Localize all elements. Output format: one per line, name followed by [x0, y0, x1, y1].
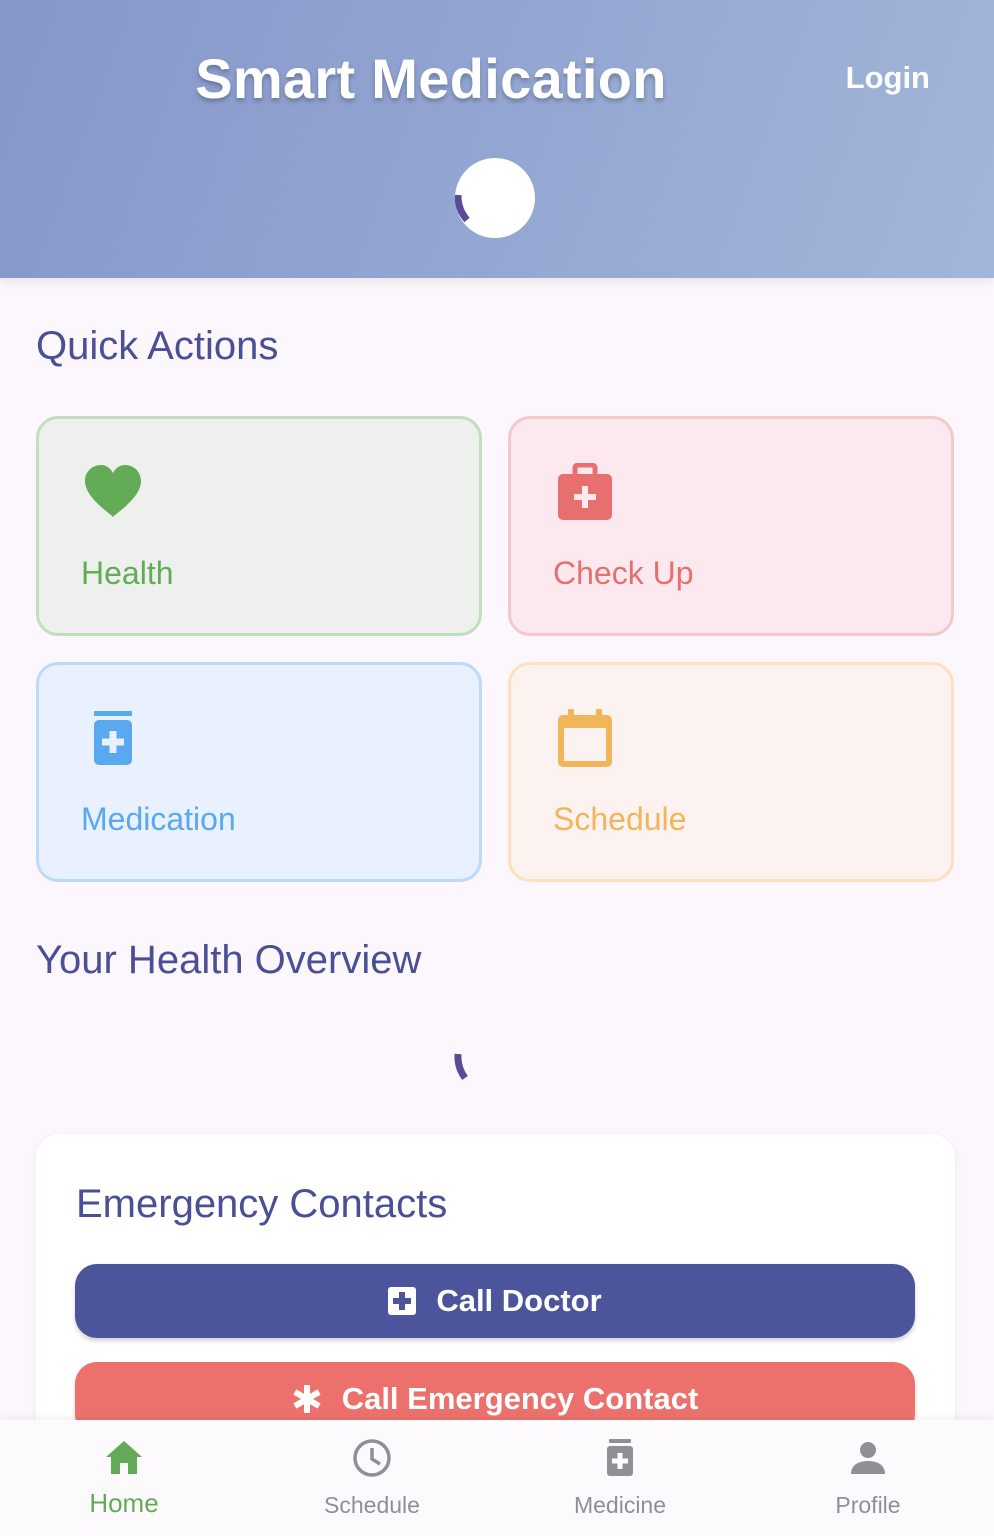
- medical-plus-icon: [388, 1287, 417, 1315]
- medication-card-label: Medication: [81, 801, 236, 837]
- check-up-card-label: Check Up: [553, 555, 694, 591]
- bottom-navigation: Home Schedule Medicine Profile: [0, 1420, 994, 1536]
- nav-label-profile: Profile: [835, 1492, 901, 1518]
- loading-avatar: [455, 158, 535, 238]
- quick-actions-title: Quick Actions: [36, 324, 279, 368]
- check-up-card[interactable]: Check Up: [508, 416, 954, 636]
- medicine-bottle-icon: [607, 1439, 633, 1476]
- asterisk-icon: [293, 1385, 321, 1413]
- nav-item-profile[interactable]: Profile: [744, 1420, 992, 1536]
- call-emergency-contact-label: Call Emergency Contact: [341, 1381, 699, 1416]
- medication-card[interactable]: Medication: [36, 662, 482, 882]
- header: Smart Medication Login: [0, 0, 994, 278]
- health-overview-title: Your Health Overview: [36, 938, 422, 982]
- loading-spinner-icon: [455, 194, 470, 223]
- nav-label-schedule: Schedule: [324, 1492, 420, 1518]
- medical-kit-icon: [558, 463, 612, 520]
- clock-icon: [353, 1439, 391, 1477]
- heart-icon: [85, 465, 141, 517]
- schedule-card[interactable]: Schedule: [508, 662, 954, 882]
- nav-label-medicine: Medicine: [573, 1492, 667, 1518]
- call-doctor-label: Call Doctor: [436, 1283, 602, 1318]
- loading-spinner-icon: [454, 1053, 468, 1081]
- calendar-icon: [558, 709, 612, 767]
- nav-item-schedule[interactable]: Schedule: [248, 1420, 496, 1536]
- health-card[interactable]: Health: [36, 416, 482, 636]
- app-title: Smart Medication: [195, 47, 667, 110]
- schedule-card-label: Schedule: [553, 801, 687, 837]
- call-doctor-button[interactable]: Call Doctor: [75, 1264, 915, 1338]
- health-card-label: Health: [81, 555, 174, 591]
- medicine-bottle-icon: [94, 711, 132, 765]
- emergency-contacts-title: Emergency Contacts: [76, 1182, 448, 1226]
- app-root: Smart Medication Login Quick Actions Hea…: [0, 0, 994, 1536]
- login-button[interactable]: Login: [846, 60, 930, 96]
- nav-item-home[interactable]: Home: [0, 1420, 248, 1536]
- nav-label-home: Home: [89, 1488, 159, 1518]
- home-icon: [106, 1441, 142, 1474]
- nav-item-medicine[interactable]: Medicine: [496, 1420, 744, 1536]
- person-icon: [851, 1442, 885, 1474]
